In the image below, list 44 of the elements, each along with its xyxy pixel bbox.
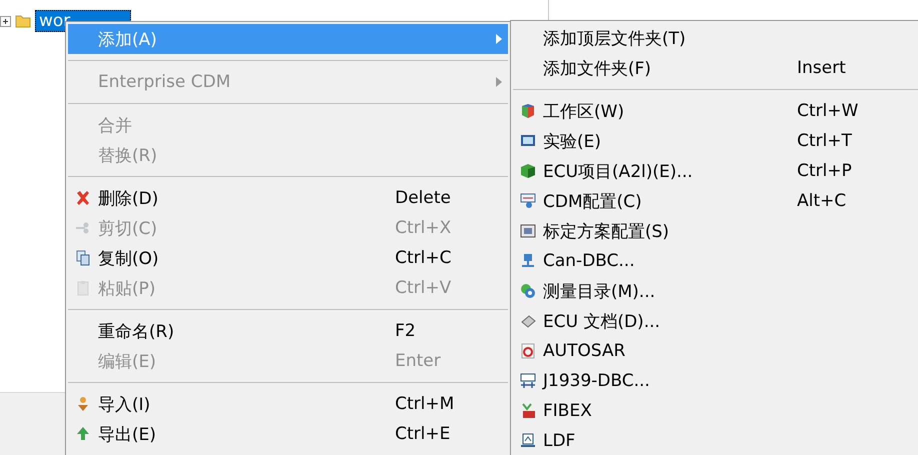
menu-item[interactable]: ECU项目(A2l)(E)... Ctrl+P [513, 156, 918, 186]
menu-item[interactable]: 工作区(W) Ctrl+W [513, 96, 918, 126]
menu-item[interactable]: 添加顶层文件夹(T) [513, 23, 918, 53]
shortcut-label: Ctrl+X [395, 218, 452, 238]
menu-item[interactable]: 测量目录(M)... [513, 276, 918, 306]
shortcut-label: Ctrl+M [395, 394, 454, 414]
cube-icon [520, 103, 536, 119]
menu-item[interactable]: Can-DBC... [513, 246, 918, 276]
shortcut-label: Ctrl+T [797, 131, 852, 151]
cross-icon [75, 190, 91, 206]
shortcut-label: Alt+C [797, 191, 846, 211]
shortcut-label: Ctrl+C [395, 248, 452, 268]
menu-item[interactable]: 添加文件夹(F) Insert [513, 53, 918, 83]
clipboard-icon [75, 280, 91, 296]
shortcut-label: F2 [395, 321, 416, 341]
menu-item[interactable]: ECU 文档(D)... [513, 306, 918, 336]
menu-item[interactable]: AUTOSAR [513, 336, 918, 366]
arrow-icon [75, 426, 91, 442]
menu-item[interactable]: 重命名(R) F2 [68, 316, 508, 346]
monitor-icon [520, 133, 536, 149]
menu-item[interactable]: 实验(E) Ctrl+T [513, 126, 918, 156]
box-icon [520, 163, 536, 179]
shortcut-label: Ctrl+E [395, 424, 450, 444]
shortcut-label: Enter [395, 351, 441, 371]
shortcut-label: Delete [395, 188, 451, 208]
menu-item[interactable]: J1939-DBC... [513, 366, 918, 396]
shortcut-label: Ctrl+P [797, 161, 852, 181]
menu-item[interactable]: 导入(I) Ctrl+M [68, 389, 508, 419]
menu-item[interactable]: 标定方案配置(S) [513, 216, 918, 246]
menu-item[interactable]: 复制(O) Ctrl+C [68, 243, 508, 273]
menu-item[interactable]: CDM配置(C) Alt+C [513, 186, 918, 216]
menu-item[interactable]: 删除(D) Delete [68, 183, 508, 213]
folder-icon [15, 14, 31, 28]
shortcut-label: Ctrl+V [395, 278, 452, 298]
menu-item[interactable]: 导出(E) Ctrl+E [68, 419, 508, 449]
scissors-icon [75, 220, 91, 236]
shortcut-label: Ctrl+W [797, 101, 858, 121]
copy-icon [75, 250, 91, 266]
target-icon [520, 283, 536, 299]
menu-item[interactable]: FIBEX [513, 396, 918, 426]
window-icon [520, 223, 536, 239]
menu-item[interactable]: LDF [513, 426, 918, 455]
shortcut-label: Insert [797, 58, 846, 78]
expand-icon[interactable] [0, 16, 11, 26]
